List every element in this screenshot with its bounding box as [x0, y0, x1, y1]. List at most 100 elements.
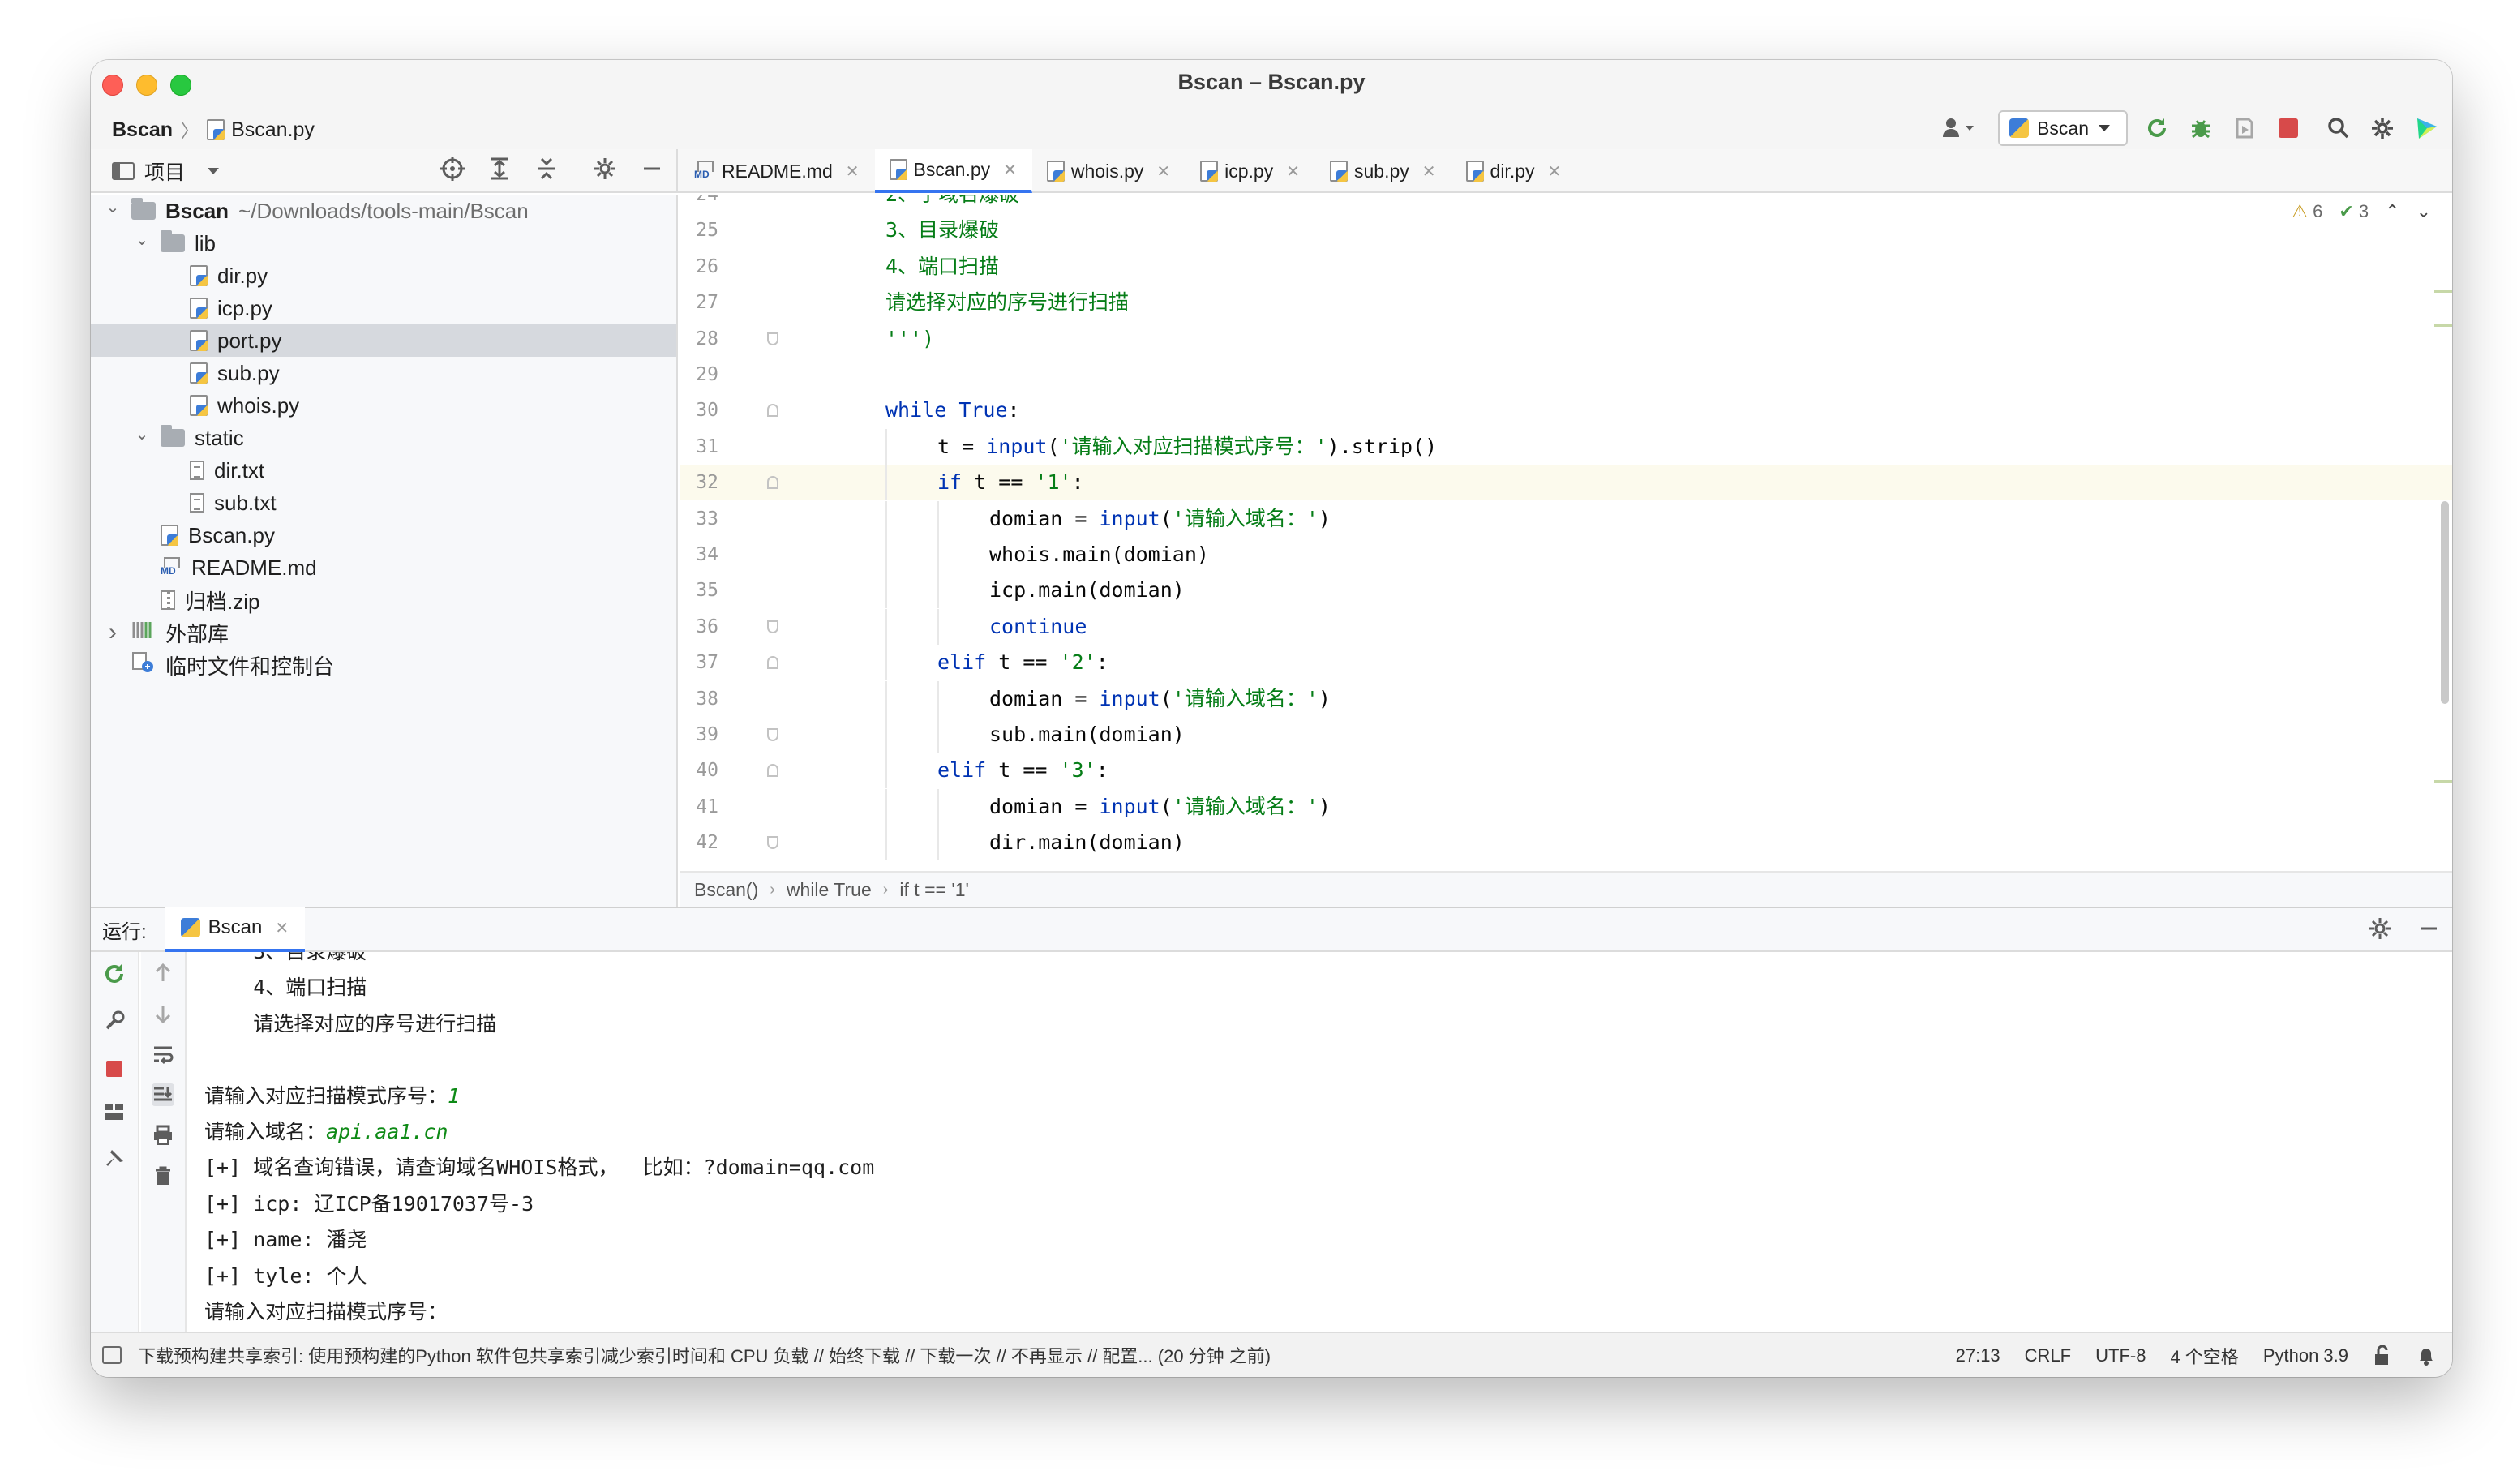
soft-wrap-icon[interactable] [152, 1043, 174, 1066]
tree-item[interactable]: icp.py [91, 292, 676, 324]
fold-marker-icon[interactable] [767, 620, 778, 633]
code-line[interactable]: 28 ''') [680, 321, 2452, 357]
pin-icon[interactable] [102, 1147, 126, 1171]
code-line[interactable]: 37 elif t == '2': [680, 645, 2452, 681]
code-line[interactable]: 35 icp.main(domian) [680, 573, 2452, 609]
status-message[interactable]: 下载预构建共享索引: 使用预构建的Python 软件包共享索引减少索引时间和 C… [91, 1342, 1271, 1368]
trash-icon[interactable] [152, 1164, 174, 1187]
tree-item[interactable]: README.md [91, 551, 676, 584]
caret-position[interactable]: 27:13 [1956, 1345, 2000, 1366]
indent-setting[interactable]: 4 个空格 [2170, 1343, 2238, 1369]
code-line[interactable]: 39 sub.main(domian) [680, 717, 2452, 753]
arrow-up-icon[interactable] [152, 962, 174, 984]
run-settings-gear-icon[interactable] [2368, 916, 2392, 941]
rerun-icon[interactable] [102, 962, 126, 986]
collapse-all-icon[interactable] [534, 156, 560, 182]
expand-all-icon[interactable] [487, 156, 512, 182]
editor-tab[interactable]: icp.py ✕ [1186, 149, 1315, 193]
close-tab-icon[interactable]: ✕ [1156, 161, 1170, 182]
code-line[interactable]: 33 domian = input('请输入域名：') [680, 500, 2452, 537]
settings-gear-icon[interactable] [2368, 114, 2397, 143]
python-interpreter[interactable]: Python 3.9 [2263, 1345, 2348, 1366]
search-icon[interactable] [2324, 114, 2353, 143]
chevron-down-icon[interactable]: ⌄ [104, 197, 122, 217]
tree-item[interactable]: sub.py [91, 357, 676, 389]
tree-item[interactable]: ⌄ static [91, 422, 676, 454]
chevron-right-icon[interactable]: › [104, 619, 122, 646]
fold-marker-icon[interactable] [767, 656, 778, 670]
run-configuration-select[interactable]: Bscan [1998, 110, 2128, 146]
notifications-bell-icon[interactable] [2416, 1345, 2436, 1366]
locate-file-icon[interactable] [440, 156, 465, 182]
line-separator[interactable]: CRLF [2025, 1345, 2071, 1366]
close-tab-icon[interactable]: ✕ [846, 161, 860, 182]
tree-item[interactable]: whois.py [91, 389, 676, 422]
user-account-icon[interactable] [1935, 114, 1983, 143]
tree-item[interactable]: sub.txt [91, 487, 676, 519]
tree-item[interactable]: dir.txt [91, 454, 676, 487]
close-tab-icon[interactable]: ✕ [275, 918, 289, 938]
breadcrumb-item[interactable]: Bscan() [694, 879, 758, 901]
rerun-icon[interactable] [2142, 114, 2172, 143]
chevron-down-icon[interactable]: ⌄ [133, 229, 151, 250]
editor-tab[interactable]: sub.py ✕ [1315, 149, 1451, 193]
code-line[interactable]: 32 if t == '1': [680, 465, 2452, 501]
chevron-down-icon[interactable]: ⌄ [133, 424, 151, 444]
code-line[interactable]: 26 4、端口扫描 [680, 249, 2452, 285]
jetbrains-logo-icon[interactable] [2412, 114, 2441, 143]
editor-tab[interactable]: whois.py ✕ [1032, 149, 1186, 193]
close-tab-icon[interactable]: ✕ [1286, 161, 1300, 182]
code-line[interactable]: 24 2、子域名爆破 [680, 195, 2452, 212]
tree-item[interactable]: › 外部库 [91, 616, 676, 649]
tree-item[interactable]: 临时文件和控制台 [91, 649, 676, 681]
code-line[interactable]: 31 t = input('请输入对应扫描模式序号：').strip() [680, 428, 2452, 465]
project-panel-title[interactable]: 项目 [144, 157, 185, 186]
hide-panel-icon[interactable] [639, 156, 665, 182]
fold-marker-icon[interactable] [767, 332, 778, 345]
lock-icon[interactable] [2373, 1345, 2392, 1366]
code-line[interactable]: 29 [680, 357, 2452, 392]
chevron-down-icon[interactable] [206, 166, 221, 176]
breadcrumb-item[interactable]: while True [787, 879, 872, 901]
tree-item[interactable]: port.py [91, 324, 676, 357]
fold-marker-icon[interactable] [767, 476, 778, 490]
arrow-down-icon[interactable] [152, 1002, 174, 1025]
wrench-icon[interactable] [102, 1009, 126, 1033]
editor-tab[interactable]: dir.py ✕ [1451, 149, 1577, 193]
breadcrumb-item[interactable]: if t == '1' [899, 879, 969, 901]
tree-item[interactable]: ⌄ lib [91, 227, 676, 259]
hide-run-panel-icon[interactable] [2416, 916, 2441, 941]
coverage-icon[interactable] [2230, 114, 2259, 143]
close-tab-icon[interactable]: ✕ [1003, 160, 1017, 180]
code-line[interactable]: 30 while True: [680, 392, 2452, 428]
nav-file[interactable]: Bscan.py [231, 118, 315, 142]
fold-marker-icon[interactable] [767, 404, 778, 418]
run-console[interactable]: 3、目录爆破 4、端口扫描 请选择对应的序号进行扫描请输入对应扫描模式序号：1请… [188, 952, 2452, 1332]
debug-icon[interactable] [2186, 114, 2215, 143]
editor-tab[interactable]: README.md ✕ [680, 149, 875, 193]
code-line[interactable]: 36 continue [680, 608, 2452, 645]
layout-icon[interactable] [102, 1100, 126, 1124]
stop-icon[interactable] [106, 1061, 122, 1077]
fold-marker-icon[interactable] [767, 836, 778, 850]
nav-root[interactable]: Bscan [112, 118, 173, 142]
code-line[interactable]: 25 3、目录爆破 [680, 212, 2452, 248]
close-tab-icon[interactable]: ✕ [1548, 161, 1562, 182]
fold-marker-icon[interactable] [767, 764, 778, 778]
code-line[interactable]: 38 domian = input('请输入域名：') [680, 680, 2452, 717]
stop-icon[interactable] [2274, 114, 2303, 143]
print-icon[interactable] [152, 1124, 174, 1147]
tree-item[interactable]: Bscan.py [91, 519, 676, 551]
close-tab-icon[interactable]: ✕ [1422, 161, 1436, 182]
scroll-to-end-icon[interactable] [152, 1083, 174, 1106]
file-encoding[interactable]: UTF-8 [2095, 1345, 2146, 1366]
code-line[interactable]: 41 domian = input('请输入域名：') [680, 788, 2452, 825]
run-tab-bscan[interactable]: Bscan ✕ [164, 907, 306, 952]
panel-settings-gear-icon[interactable] [592, 156, 618, 182]
tree-item[interactable]: dir.py [91, 259, 676, 292]
tree-item[interactable]: 归档.zip [91, 584, 676, 616]
tool-window-toggle-icon[interactable] [102, 1346, 122, 1364]
code-line[interactable]: 34 whois.main(domian) [680, 537, 2452, 573]
code-editor[interactable]: ⚠ 6 ✔ 3 ⌃ ⌄ 242、子域名爆破253、目录爆破264、端口扫描27请… [680, 195, 2452, 871]
fold-marker-icon[interactable] [767, 728, 778, 741]
